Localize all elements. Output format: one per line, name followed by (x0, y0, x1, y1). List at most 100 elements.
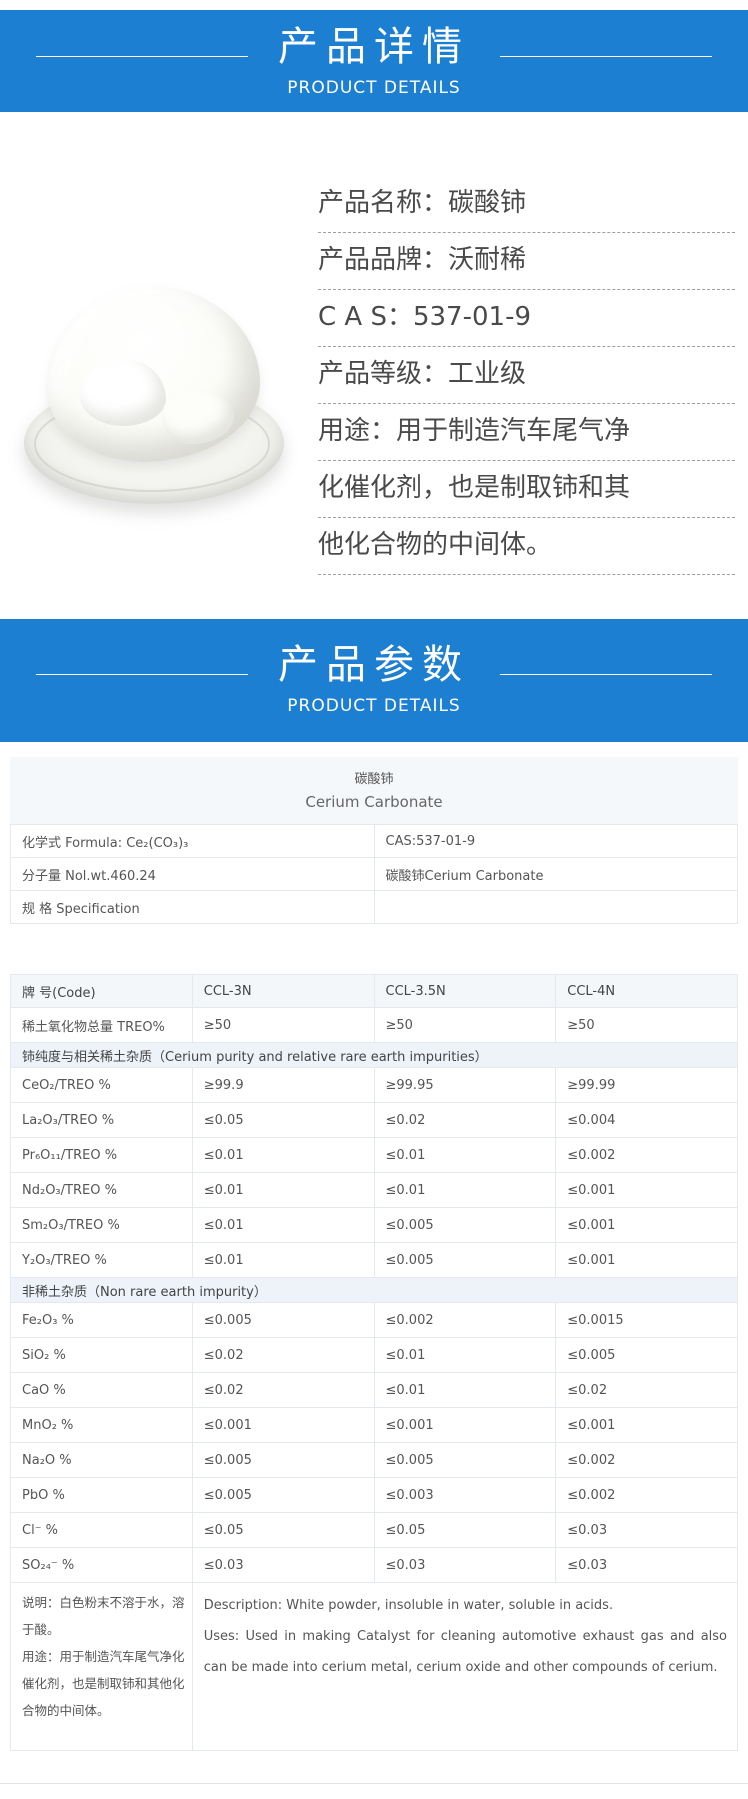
spec-value: ≤0.005 (556, 1338, 738, 1373)
spec-label: La₂O₃/TREO % (11, 1103, 193, 1138)
description-en: Description: White powder, insoluble in … (204, 1590, 731, 1621)
spec-value: ≤0.001 (192, 1408, 374, 1443)
spec-row-ceo2: CeO₂/TREO % ≥99.9 ≥99.95 ≥99.99 (11, 1068, 738, 1103)
spec-row-pbo: PbO % ≤0.005 ≤0.003 ≤0.002 (11, 1478, 738, 1513)
spec-value: ≤0.01 (374, 1373, 556, 1408)
product-usage-line-1: 用途：用于制造汽车尾气净 (318, 404, 735, 461)
spec-value: ≤0.01 (192, 1173, 374, 1208)
spec-value: ≥50 (192, 1008, 374, 1043)
formula-row: 分子量 Nol.wt.460.24 碳酸铈Cerium Carbonate (11, 858, 738, 891)
spec-row-nd2o3: Nd₂O₃/TREO % ≤0.01 ≤0.01 ≤0.001 (11, 1173, 738, 1208)
banner-divider-left (36, 56, 248, 57)
spec-value: ≤0.001 (556, 1243, 738, 1278)
banner-title: 产品详情 (278, 25, 470, 69)
spec-value: ≤0.002 (556, 1478, 738, 1513)
spec-value: ≤0.03 (374, 1548, 556, 1583)
spec-value: ≤0.001 (556, 1408, 738, 1443)
formula-cell-left: 分子量 Nol.wt.460.24 (11, 858, 375, 891)
spec-value: ≥99.9 (192, 1068, 374, 1103)
spec-row-so4: SO₂₄⁻ % ≤0.03 ≤0.03 ≤0.03 (11, 1548, 738, 1583)
product-info-list: 产品名称：碳酸铈 产品品牌：沃耐稀 C A S：537-01-9 产品等级：工业… (318, 176, 735, 575)
spec-description-row: 说明：白色粉末不溶于水，溶 于酸。 用途：用于制造汽车尾气净化 催化剂，也是制取… (11, 1583, 738, 1751)
spec-header-label: 牌 号(Code) (11, 975, 193, 1008)
spec-row-pr6o11: Pr₆O₁₁/TREO % ≤0.01 ≤0.01 ≤0.002 (11, 1138, 738, 1173)
banner-subtitle: PRODUCT DETAILS (0, 78, 748, 98)
spec-row-mno2: MnO₂ % ≤0.001 ≤0.001 ≤0.001 (11, 1408, 738, 1443)
product-overview-section: 产品名称：碳酸铈 产品品牌：沃耐稀 C A S：537-01-9 产品等级：工业… (0, 112, 748, 619)
product-brand-line: 产品品牌：沃耐稀 (318, 233, 735, 290)
spec-label: 稀土氧化物总量 TREO% (11, 1008, 193, 1043)
product-usage-line-3: 他化合物的中间体。 (318, 518, 735, 575)
spec-section-label: 铈纯度与相关稀土杂质（Cerium purity and relative ra… (11, 1043, 738, 1068)
spec-value: ≤0.005 (374, 1243, 556, 1278)
spec-label: SO₂₄⁻ % (11, 1548, 193, 1583)
product-photo (22, 240, 290, 508)
spec-value: ≤0.03 (192, 1548, 374, 1583)
banner-divider-right (500, 56, 712, 57)
spec-value: ≥50 (556, 1008, 738, 1043)
spec-value: ≤0.002 (556, 1443, 738, 1478)
spec-value: ≤0.01 (374, 1138, 556, 1173)
spec-value: ≤0.05 (192, 1513, 374, 1548)
spec-value: ≤0.01 (192, 1138, 374, 1173)
formula-cell-right (374, 891, 738, 924)
spec-row-fe2o3: Fe₂O₃ % ≤0.005 ≤0.002 ≤0.0015 (11, 1303, 738, 1338)
spec-label: PbO % (11, 1478, 193, 1513)
powder-lump (80, 360, 166, 426)
banner-product-params: 产品参数 PRODUCT DETAILS (0, 619, 748, 742)
spec-row-cao: CaO % ≤0.02 ≤0.01 ≤0.02 (11, 1373, 738, 1408)
spec-title-cn: 碳酸铈 (10, 768, 738, 787)
spec-value: ≤0.001 (556, 1173, 738, 1208)
spec-section-label: 非稀土杂质（Non rare earth impurity） (11, 1278, 738, 1303)
spec-header-ccl35n: CCL-3.5N (374, 975, 556, 1008)
spec-value: ≤0.005 (192, 1478, 374, 1513)
spec-header-row: 牌 号(Code) CCL-3N CCL-3.5N CCL-4N (11, 975, 738, 1008)
spec-row-la2o3: La₂O₃/TREO % ≤0.05 ≤0.02 ≤0.004 (11, 1103, 738, 1138)
banner-divider-right (500, 674, 712, 675)
spec-value: ≤0.01 (374, 1173, 556, 1208)
formula-cell-right: 碳酸铈Cerium Carbonate (374, 858, 738, 891)
spec-row-sio2: SiO₂ % ≤0.02 ≤0.01 ≤0.005 (11, 1338, 738, 1373)
formula-cell-left: 规 格 Specification (11, 891, 375, 924)
spec-value: ≤0.0015 (556, 1303, 738, 1338)
bottom-divider (0, 1783, 748, 1784)
spec-note-cn-cell: 说明：白色粉末不溶于水，溶 于酸。 用途：用于制造汽车尾气净化 催化剂，也是制取… (11, 1583, 193, 1751)
spec-row-cl: Cl⁻ % ≤0.05 ≤0.05 ≤0.03 (11, 1513, 738, 1548)
banner-divider-left (36, 674, 248, 675)
spec-section-non-rare-earth: 非稀土杂质（Non rare earth impurity） (11, 1278, 738, 1303)
spec-label: Y₂O₃/TREO % (11, 1243, 193, 1278)
spec-header-ccl3n: CCL-3N (192, 975, 374, 1008)
banner-title: 产品参数 (278, 643, 470, 687)
product-cas-line: C A S：537-01-9 (318, 290, 735, 347)
spec-value: ≤0.02 (556, 1373, 738, 1408)
formula-cell-left: 化学式 Formula: Ce₂(CO₃)₃ (11, 825, 375, 858)
spec-value: ≤0.002 (374, 1303, 556, 1338)
spec-title-en: Cerium Carbonate (10, 793, 738, 811)
spec-value: ≤0.002 (556, 1138, 738, 1173)
product-usage-line-2: 化催化剂，也是制取铈和其 (318, 461, 735, 518)
spec-label: Fe₂O₃ % (11, 1303, 193, 1338)
spec-value: ≤0.01 (374, 1338, 556, 1373)
spec-value: ≤0.001 (374, 1408, 556, 1443)
spec-value: ≤0.05 (374, 1513, 556, 1548)
spec-value: ≤0.005 (374, 1208, 556, 1243)
spec-value: ≤0.004 (556, 1103, 738, 1138)
spec-label: MnO₂ % (11, 1408, 193, 1443)
spec-value: ≤0.005 (192, 1443, 374, 1478)
spec-value: ≤0.02 (192, 1338, 374, 1373)
spec-value: ≥99.95 (374, 1068, 556, 1103)
spec-title-panel: 碳酸铈 Cerium Carbonate (10, 757, 738, 824)
spec-value: ≤0.01 (192, 1208, 374, 1243)
spec-header-ccl4n: CCL-4N (556, 975, 738, 1008)
spec-value: ≥50 (374, 1008, 556, 1043)
spec-value: ≤0.05 (192, 1103, 374, 1138)
spec-label: CaO % (11, 1373, 193, 1408)
spec-row-sm2o3: Sm₂O₃/TREO % ≤0.01 ≤0.005 ≤0.001 (11, 1208, 738, 1243)
spec-value: ≤0.003 (374, 1478, 556, 1513)
spec-label: Nd₂O₃/TREO % (11, 1173, 193, 1208)
formula-row: 规 格 Specification (11, 891, 738, 924)
spec-value: ≤0.03 (556, 1548, 738, 1583)
spec-row-treo: 稀土氧化物总量 TREO% ≥50 ≥50 ≥50 (11, 1008, 738, 1043)
spec-value: ≤0.01 (192, 1243, 374, 1278)
spec-label: CeO₂/TREO % (11, 1068, 193, 1103)
